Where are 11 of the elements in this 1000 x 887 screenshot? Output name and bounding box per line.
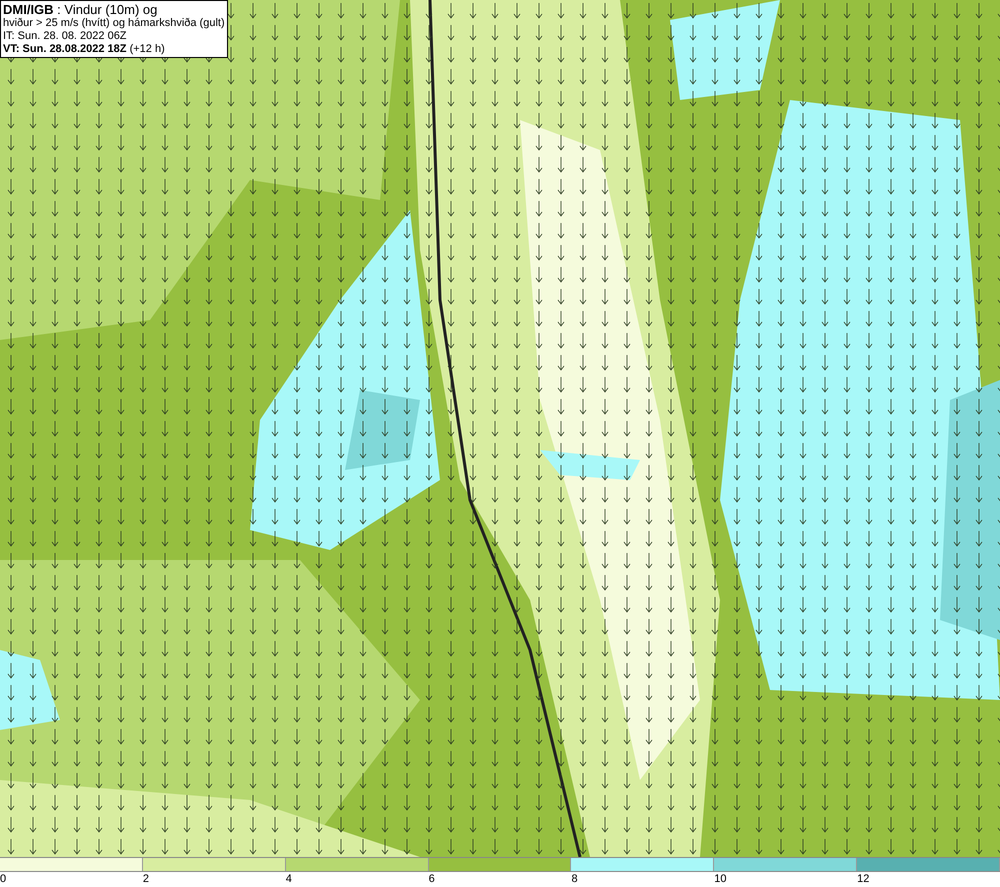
- legend-label: 4: [286, 872, 292, 887]
- title-line: IT: Sun. 28. 08. 2022 06Z: [3, 30, 128, 43]
- title-line: DMI/IGB : Vindur (10m) og: [3, 2, 158, 17]
- legend-label: 10: [714, 872, 727, 887]
- legend-label: 8: [571, 872, 578, 887]
- title-line: VT: Sun. 28.08.2022 18Z (+12 h): [3, 43, 166, 56]
- legend-label: 6: [428, 872, 435, 887]
- title-line: hviður > 25 m/s (hvítt) og hámarkshviða (gult): [3, 17, 225, 30]
- legend-label: 0: [0, 872, 6, 887]
- legend-label: 2: [142, 872, 149, 887]
- legend-label: 12: [857, 872, 870, 887]
